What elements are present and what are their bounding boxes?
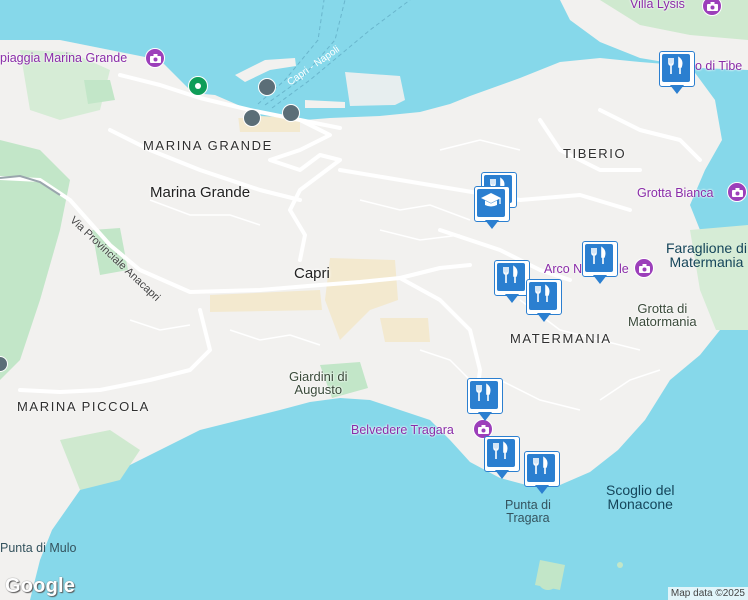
poi-label-spiaggia[interactable]: piaggia Marina Grande [0,52,127,65]
fork-knife-icon [501,264,521,290]
place-label-line: Matormania [628,314,697,329]
fork-knife-icon [491,440,511,466]
restaurant-pin[interactable] [524,451,560,497]
transit-stop-icon[interactable] [188,76,208,96]
map-canvas[interactable]: MARINA GRANDE TIBERIO MATERMANIA MARINA … [0,0,748,600]
ferry-icon[interactable] [243,109,261,127]
restaurant-pin[interactable] [467,378,503,424]
fork-knife-icon [666,55,686,81]
restaurant-pin[interactable] [582,241,618,287]
water-label-line: Scoglio del [606,482,675,498]
restaurant-pin[interactable] [659,51,695,97]
water-label-line: Monacone [607,496,673,512]
poi-label-arco-naturale[interactable]: Arco N [544,263,582,276]
google-logo[interactable]: Google [5,575,75,598]
harbour-pier [345,72,405,106]
water-label-line: Tragara [506,510,550,525]
town-label-capri[interactable]: Capri [294,266,330,281]
fork-knife-icon [533,283,553,309]
camera-icon[interactable] [727,182,747,202]
place-label-grotta-matermania[interactable]: Grotta di Matormania [628,302,697,328]
poi-label-grotta-bianca[interactable]: Grotta Bianca [637,187,713,200]
water-label-scoglio: Scoglio del Monacone [606,483,675,511]
camera-icon[interactable] [145,48,165,68]
school-pin[interactable] [474,186,510,232]
poi-label-villa-lysis[interactable]: Villa Lysis [630,0,685,11]
poi-label-arco-naturale-tail: le [619,262,629,276]
district-label-matermania: MATERMANIA [510,331,612,346]
water-label-line: Matermania [669,254,744,270]
camera-icon[interactable] [634,258,654,278]
fork-knife-icon [589,245,609,271]
restaurant-pin[interactable] [526,279,562,325]
water-label-faraglione: Faraglione di Matermania [666,241,747,269]
water-label-punta-mulo: Punta di Mulo [0,541,77,555]
graduation-cap-icon [480,192,502,215]
town-center [380,318,430,342]
water-label-line: Faraglione di [666,240,747,256]
fork-knife-icon [474,382,494,408]
poi-label-belvedere[interactable]: Belvedere Tragara [351,424,454,437]
poi-label-bagni-tiberio[interactable]: o di Tibe [695,60,742,73]
place-label-line: Augusto [294,382,343,397]
water-label-punta-tragara: Punta di Tragara [505,499,551,524]
restaurant-pin[interactable] [494,260,530,306]
restaurant-pin[interactable] [484,436,520,482]
ferry-icon[interactable] [282,104,300,122]
fork-knife-icon [531,455,551,481]
district-label-tiberio: TIBERIO [563,146,627,161]
ferry-icon[interactable] [258,78,276,96]
town-label-marina-grande[interactable]: Marina Grande [150,185,250,200]
place-label-giardini[interactable]: Giardini di Augusto [289,370,348,396]
district-label-marina-grande: MARINA GRANDE [143,138,273,153]
map-attribution[interactable]: Map data ©2025 [667,587,748,600]
district-label-marina-piccola: MARINA PICCOLA [17,399,150,414]
harbour-pier [305,100,345,108]
island-land [0,40,722,600]
park-green [84,80,115,104]
water-label-line: Punta di [505,498,551,512]
